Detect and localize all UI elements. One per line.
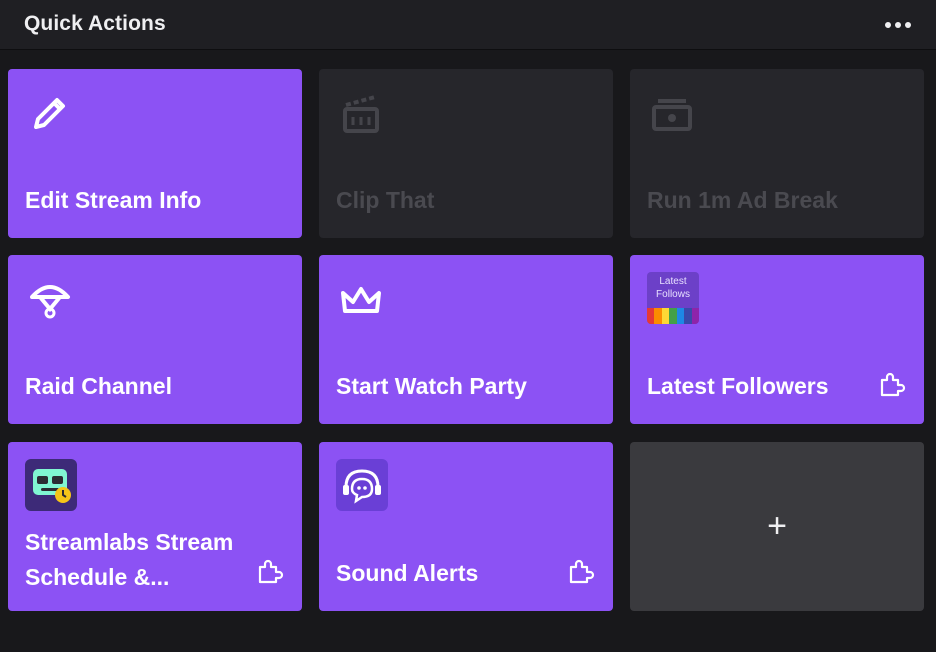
latest-followers-thumbnail: Latest Follows	[647, 272, 699, 324]
tile-label: Streamlabs Stream Schedule &...	[25, 529, 234, 590]
panel-header: Quick Actions	[0, 0, 936, 50]
thumbnail-text: Latest Follows	[656, 276, 690, 300]
crown-icon	[341, 287, 381, 313]
streamlabs-thumbnail	[25, 459, 77, 511]
sound-alerts-logo-icon	[343, 469, 381, 504]
tile-label: Clip That	[336, 187, 435, 213]
puzzle-piece-icon	[569, 559, 595, 584]
tile-label: Run 1m Ad Break	[647, 187, 838, 213]
clapperboard-icon	[343, 95, 379, 133]
puzzle-piece-icon	[880, 372, 906, 397]
tile-sound-alerts[interactable]: Sound Alerts	[319, 442, 613, 611]
quick-actions-panel: Quick Actions Edit Stream Info Clip That…	[0, 0, 936, 652]
tile-streamlabs-schedule[interactable]: Streamlabs Stream Schedule &...	[8, 442, 302, 611]
parachute-icon	[30, 285, 70, 319]
more-dot	[895, 22, 901, 28]
more-options-button[interactable]	[876, 12, 920, 38]
streamlabs-logo-icon	[33, 469, 71, 503]
tile-latest-followers[interactable]: Latest Follows Latest Followers	[630, 255, 924, 424]
tile-label: Sound Alerts	[336, 560, 479, 586]
puzzle-piece-icon	[258, 559, 284, 584]
tile-label: Latest Followers	[647, 373, 829, 399]
tile-label: Edit Stream Info	[25, 187, 202, 213]
tile-label: Raid Channel	[25, 373, 172, 399]
pencil-icon	[34, 98, 65, 129]
panel-title: Quick Actions	[24, 12, 166, 35]
tile-raid-channel[interactable]: Raid Channel	[8, 255, 302, 424]
add-quick-action-button[interactable]: +	[630, 442, 924, 611]
tile-clip-that: Clip That	[319, 69, 613, 238]
tile-label: Start Watch Party	[336, 373, 527, 399]
sound-alerts-thumbnail	[336, 459, 388, 511]
more-horizontal-icon	[885, 22, 891, 28]
money-icon	[652, 99, 692, 131]
tile-run-ad-break: Run 1m Ad Break	[630, 69, 924, 238]
tile-edit-stream-info[interactable]: Edit Stream Info	[8, 69, 302, 238]
tile-start-watch-party[interactable]: Start Watch Party	[319, 255, 613, 424]
plus-icon: +	[767, 507, 787, 545]
rainbow-bar	[647, 308, 699, 324]
more-dot	[905, 22, 911, 28]
